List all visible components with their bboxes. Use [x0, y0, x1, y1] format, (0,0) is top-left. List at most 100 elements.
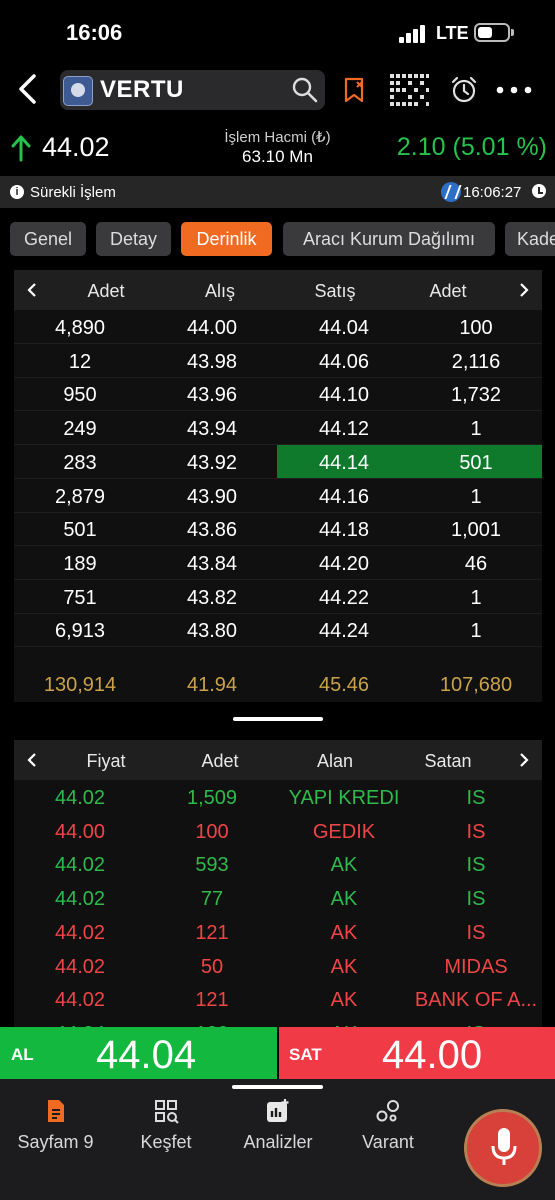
- trade-cell-seller: IS: [466, 921, 486, 944]
- tab-detay[interactable]: Detay: [96, 222, 171, 256]
- depth-grid-icon[interactable]: [388, 72, 430, 108]
- depth-header-bid: Alış: [204, 281, 235, 301]
- buy-price: 44.04: [96, 1033, 197, 1077]
- depth-cell-bid-qty: 189: [63, 552, 97, 575]
- info-icon[interactable]: i: [10, 185, 24, 199]
- buy-button[interactable]: AL 44.04: [0, 1027, 277, 1079]
- trade-cell-buyer: AK: [330, 955, 358, 978]
- depth-total-ask-qty: 107,680: [439, 674, 513, 696]
- document-icon: [47, 1100, 64, 1122]
- depth-row[interactable]: 249 43.94 44.12 1: [14, 411, 542, 446]
- depth-row[interactable]: 2,879 43.90 44.16 1: [14, 479, 542, 513]
- trade-cell-price: 44.02: [54, 989, 106, 1012]
- sell-label: SAT: [289, 1045, 322, 1064]
- depth-cell-ask-price: 44.24: [318, 620, 370, 643]
- depth-cell-bid-qty: 751: [63, 586, 97, 609]
- depth-cell-ask-qty: 2,116: [451, 350, 501, 373]
- depth-cell-bid-price: 43.84: [186, 552, 238, 575]
- trade-cell-buyer: YAPI KREDI: [288, 787, 400, 809]
- trade-cell-qty: 1,509: [186, 787, 238, 809]
- price-change: 2.10 (5.01 %): [396, 133, 547, 161]
- depth-cell-ask-qty: 46: [464, 552, 488, 575]
- trade-cell-qty: 593: [195, 854, 229, 877]
- trades-table: Fiyat Adet Alan Satan 44.02 1,509 YAPI KRE…: [14, 740, 542, 1045]
- microphone-icon: [491, 1128, 517, 1165]
- session-time: 16:06:27: [463, 184, 522, 201]
- depth-cell-bid-price: 43.90: [186, 485, 238, 508]
- trade-row[interactable]: 44.02 121 AK IS: [14, 915, 542, 949]
- tab-genel[interactable]: Genel: [10, 222, 86, 256]
- depth-cell-bid-price: 43.92: [186, 451, 238, 474]
- trade-cell-qty: 50: [200, 955, 224, 978]
- trade-row[interactable]: 44.02 121 AK BANK OF A...: [14, 982, 542, 1016]
- status-time: 16:06: [66, 20, 123, 45]
- sell-button[interactable]: SAT 44.00: [279, 1027, 555, 1079]
- depth-cell-bid-price: 43.86: [186, 519, 238, 542]
- tab-araci-kurum[interactable]: Aracı Kurum Dağılımı: [283, 222, 495, 256]
- depth-row[interactable]: 4,890 44.00 44.04 100: [14, 310, 542, 344]
- depth-cell-bid-qty: 6,913: [54, 620, 106, 643]
- depth-row[interactable]: 751 43.82 44.22 1: [14, 580, 542, 614]
- nav-sayfam[interactable]: Sayfam 9: [8, 1098, 103, 1168]
- sell-price: 44.00: [382, 1033, 483, 1077]
- bookmark-icon[interactable]: [342, 76, 366, 104]
- trade-row[interactable]: 44.02 77 AK IS: [14, 881, 542, 915]
- depth-cell-bid-price: 44.00: [186, 317, 238, 339]
- trade-cell-seller: MIDAS: [444, 955, 508, 978]
- trade-cell-buyer: AK: [330, 921, 358, 944]
- trade-row[interactable]: 44.02 1,509 YAPI KREDI IS: [14, 780, 542, 814]
- depth-cell-ask-price: 44.18: [318, 519, 370, 542]
- more-icon[interactable]: [496, 86, 532, 94]
- back-icon[interactable]: [14, 72, 44, 106]
- nav-label-sayfam: Sayfam 9: [17, 1132, 94, 1152]
- trade-cell-buyer: GEDIK: [312, 820, 376, 843]
- depth-avg-bid: 41.94: [186, 674, 238, 696]
- volume-label: İşlem Hacmi (₺): [224, 129, 331, 146]
- depth-cell-bid-qty: 950: [63, 384, 97, 407]
- buy-label: AL: [11, 1045, 34, 1064]
- trade-cell-price: 44.02: [54, 888, 106, 911]
- voice-assistant-button[interactable]: [464, 1109, 542, 1187]
- trade-row[interactable]: 44.00 100 GEDIK IS: [14, 814, 542, 848]
- depth-header-bid-qty: Adet: [87, 281, 125, 301]
- depth-cell-ask-qty: 1: [470, 586, 482, 609]
- depth-cell-bid-qty: 501: [63, 519, 97, 542]
- depth-cell-ask-price: 44.04: [318, 317, 370, 339]
- nav-label-kesfet: Keşfet: [140, 1132, 192, 1152]
- depth-row[interactable]: 6,913 43.80 44.24 1: [14, 613, 542, 648]
- trade-row[interactable]: 44.02 593 AK IS: [14, 847, 542, 881]
- depth-cell-ask-price: 44.20: [318, 552, 370, 575]
- depth-cell-ask-price: 44.12: [318, 418, 370, 441]
- trade-cell-price: 44.02: [54, 955, 106, 978]
- chevron-right-icon[interactable]: [517, 752, 531, 768]
- battery-cap: [511, 29, 514, 36]
- session-label: Sürekli İşlem: [30, 184, 116, 201]
- depth-row[interactable]: 283 43.92 44.14 501: [14, 444, 542, 479]
- nav-kesfet[interactable]: Keşfet: [124, 1098, 208, 1168]
- up-arrow-icon: [11, 135, 31, 162]
- depth-row[interactable]: 501 43.86 44.18 1,001: [14, 512, 542, 547]
- symbol-title: VERTU: [100, 76, 184, 103]
- depth-row[interactable]: 12 43.98 44.06 2,116: [14, 344, 542, 378]
- search-icon[interactable]: [292, 77, 318, 103]
- depth-cell-bid-price: 43.96: [186, 384, 238, 407]
- tab-kademe[interactable]: Kade: [505, 222, 555, 256]
- volume-value: 63.10 Mn: [242, 147, 313, 166]
- nav-analizler[interactable]: Analizler: [232, 1098, 324, 1168]
- depth-row[interactable]: 950 43.96 44.10 1,732: [14, 377, 542, 412]
- trade-cell-seller: IS: [466, 787, 486, 809]
- chevron-left-icon[interactable]: [25, 282, 39, 298]
- clock-icon: [532, 184, 546, 198]
- tab-derinlik[interactable]: Derinlik: [181, 222, 272, 256]
- alarm-icon[interactable]: [450, 76, 478, 104]
- depth-cell-ask-qty: 1: [470, 485, 482, 508]
- nav-varant[interactable]: Varant: [348, 1098, 428, 1168]
- depth-row[interactable]: 189 43.84 44.20 46: [14, 546, 542, 580]
- depth-cell-ask-qty: 501: [459, 451, 493, 474]
- resize-handle[interactable]: [233, 717, 323, 721]
- depth-cell-bid-qty: 4,890: [54, 317, 106, 339]
- chevron-left-icon[interactable]: [25, 752, 39, 768]
- trade-row[interactable]: 44.02 50 AK MIDAS: [14, 949, 542, 983]
- chevron-right-icon[interactable]: [517, 282, 531, 298]
- trade-cell-seller: BANK OF A...: [414, 989, 538, 1012]
